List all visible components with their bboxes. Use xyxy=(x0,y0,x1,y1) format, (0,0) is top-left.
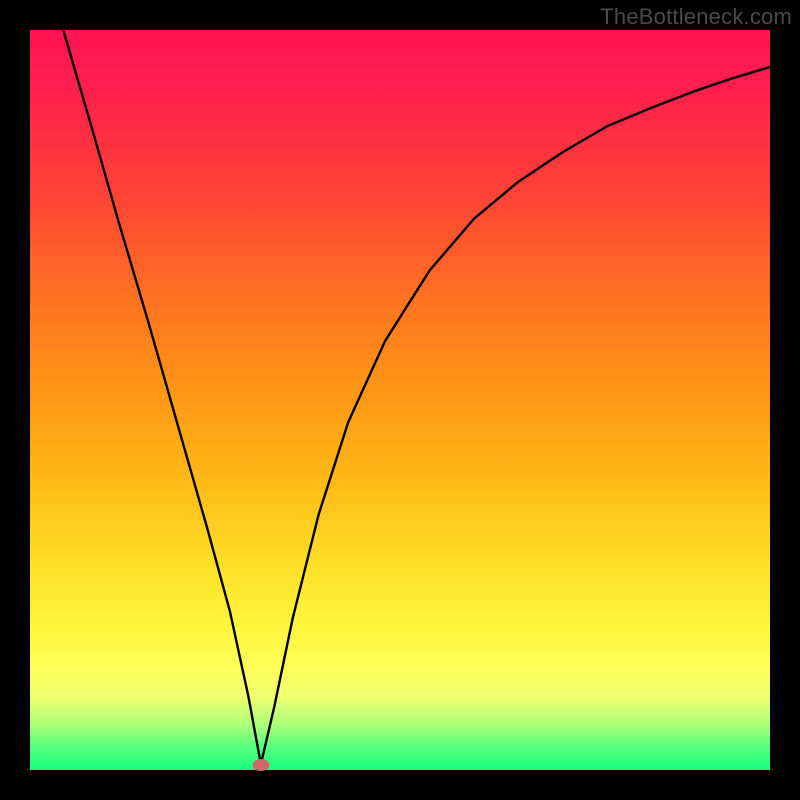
watermark-text: TheBottleneck.com xyxy=(600,4,792,30)
curve-svg xyxy=(0,0,800,800)
bottleneck-curve xyxy=(63,30,770,764)
minimum-marker xyxy=(252,759,269,771)
chart-frame: TheBottleneck.com xyxy=(0,0,800,800)
